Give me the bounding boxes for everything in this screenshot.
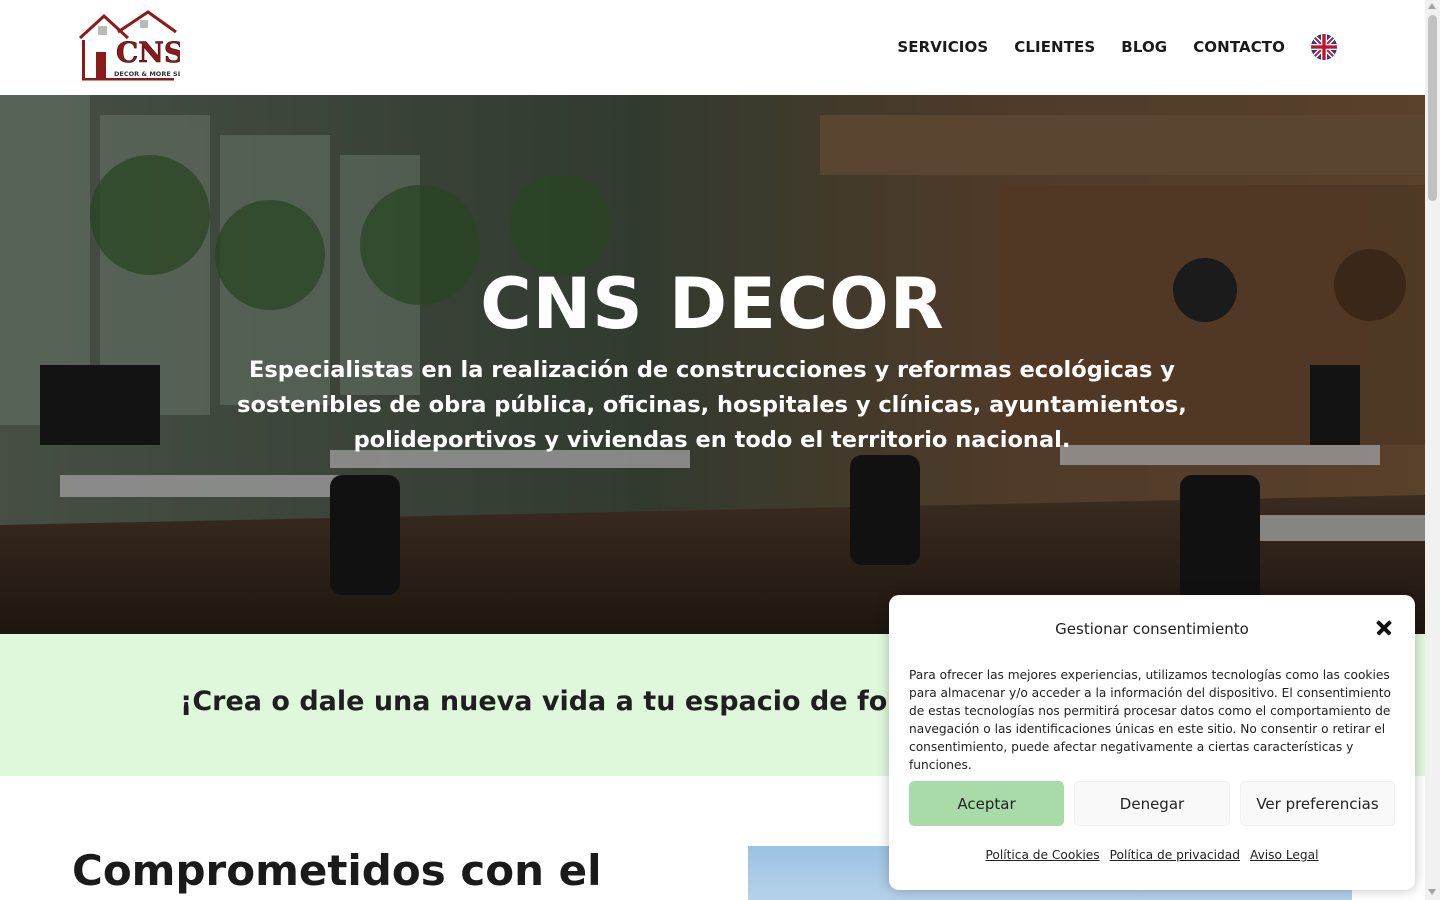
section-title: Comprometidos con el [72,846,602,895]
svg-text:DECOR & MORE SL: DECOR & MORE SL [114,70,180,78]
preferences-button[interactable]: Ver preferencias [1240,781,1395,826]
nav-clientes[interactable]: CLIENTES [1014,38,1095,56]
page-scrollbar[interactable] [1425,0,1440,900]
privacy-policy-link[interactable]: Política de privacidad [1110,848,1240,862]
consent-links: Política de Cookies Política de privacid… [889,848,1415,862]
svg-text:CNS: CNS [116,36,180,69]
consent-modal: Gestionar consentimiento Para ofrecer la… [889,595,1415,890]
site-header: CNS DECOR & MORE SL SERVICIOS CLIENTES B… [0,0,1425,95]
main-nav: SERVICIOS CLIENTES BLOG CONTACTO [871,30,1337,64]
nav-contacto[interactable]: CONTACTO [1193,38,1285,56]
legal-notice-link[interactable]: Aviso Legal [1250,848,1319,862]
page: CNS DECOR & MORE SL SERVICIOS CLIENTES B… [0,0,1425,900]
consent-body: Para ofrecer las mejores experiencias, u… [909,668,1391,772]
deny-button[interactable]: Denegar [1074,781,1230,826]
scroll-up-icon[interactable] [1428,3,1436,9]
close-icon[interactable] [1374,617,1396,639]
hero-subtitle: Especialistas en la realización de const… [237,357,1187,453]
cookies-policy-link[interactable]: Política de Cookies [985,848,1099,862]
nav-blog[interactable]: BLOG [1121,38,1167,56]
hero-title: CNS DECOR [480,263,945,345]
scroll-thumb[interactable] [1428,15,1437,201]
tagline-text: ¡Crea o dale una nueva vida a tu espacio… [180,686,991,717]
hero-section: CNS DECOR Especialistas en la realizació… [0,95,1425,634]
uk-flag-icon[interactable] [1311,34,1337,60]
scroll-down-icon[interactable] [1428,889,1436,895]
site-logo[interactable]: CNS DECOR & MORE SL [78,10,184,85]
consent-title: Gestionar consentimiento [1055,620,1249,638]
accept-button[interactable]: Aceptar [909,781,1064,826]
logo-house-icon: CNS DECOR & MORE SL [78,10,184,81]
nav-servicios[interactable]: SERVICIOS [897,38,988,56]
